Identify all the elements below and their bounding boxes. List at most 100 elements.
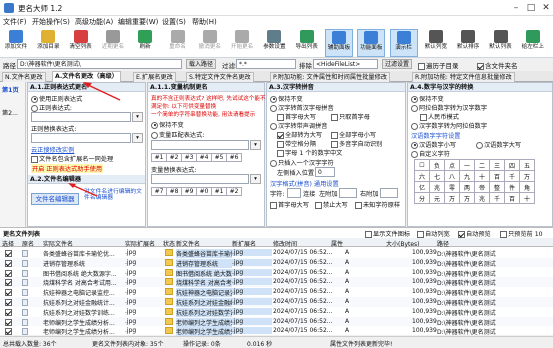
- grid-cell[interactable]: #9: [181, 187, 197, 196]
- toolbar-button-10[interactable]: 辅助面板: [325, 29, 353, 57]
- tab-specific-file[interactable]: S.特定文件文件名更改: [186, 72, 254, 82]
- chk-space-sep[interactable]: 带空格分隔: [277, 139, 316, 148]
- column-header[interactable]: 新扩展名: [232, 239, 256, 248]
- number-opt-keep[interactable]: 保持不变: [411, 94, 444, 103]
- number-opt-upper[interactable]: 汉语数字大写: [476, 140, 521, 149]
- regex-replace-dropdown[interactable]: ▾: [132, 133, 143, 143]
- toolbar-button-0[interactable]: 添加文件: [2, 29, 30, 57]
- maximize-button[interactable]: □: [524, 2, 538, 14]
- char-cell[interactable]: 兆: [429, 181, 445, 193]
- pinyin-char-input[interactable]: [287, 188, 301, 198]
- table-row[interactable]: 老师编列之学生成绩分析....jpg老师编列之学生成绩分析....jpg2024…: [0, 326, 553, 337]
- char-cell[interactable]: 二: [474, 159, 490, 171]
- toolbar-button-16[interactable]: 给左栏上: [519, 29, 547, 57]
- chk-pinyin-noupper[interactable]: 禁止大写: [315, 200, 348, 209]
- toolbar-button-1[interactable]: 添加目录: [34, 29, 62, 57]
- table-row[interactable]: 抗娃系列之对娃数学训练....jpg抗娃系列之对娃数学训练....jpg2024…: [0, 307, 553, 317]
- toolbar-button-15[interactable]: 默认列表: [487, 29, 515, 57]
- grid-cell[interactable]: #2: [226, 187, 242, 196]
- column-header[interactable]: 路径: [437, 239, 449, 248]
- pinyin-insert-input[interactable]: 0: [315, 167, 335, 177]
- toolbar-button-8[interactable]: 参数设置: [260, 29, 288, 57]
- char-cell[interactable]: 件: [504, 181, 520, 193]
- chk-cap-first[interactable]: 首字母大写: [277, 112, 316, 121]
- table-row[interactable]: 抗娃神器之电脑记录监控....jpg抗娃神器之电脑记录监控....jpg2024…: [0, 287, 553, 298]
- side-page2[interactable]: 第2...: [2, 108, 18, 117]
- menu-start[interactable]: 开始操作(S): [32, 17, 70, 27]
- chk-include-ext[interactable]: 文件名包含扩展名一同处理: [31, 154, 113, 163]
- variable-opt-keep[interactable]: 保持不变: [151, 120, 184, 129]
- char-cell[interactable]: 千: [504, 170, 520, 182]
- regex-example-link[interactable]: 云正搜修改实例: [31, 145, 74, 154]
- toolbar-button-6[interactable]: 撤消更名: [196, 29, 224, 57]
- tab-extension[interactable]: E.扩展名更改: [133, 72, 176, 82]
- char-cell[interactable]: 八: [444, 170, 460, 182]
- variable-replace-dropdown[interactable]: ▾: [250, 174, 261, 184]
- chk-rmb-mode[interactable]: 人民币模式: [420, 112, 459, 121]
- char-cell[interactable]: 零: [444, 181, 460, 193]
- regex-opt-keep[interactable]: 使用正则表达式: [31, 94, 82, 103]
- exclude-input[interactable]: <HideFileList>: [313, 59, 378, 69]
- toolbar-button-4[interactable]: 刷新: [131, 29, 159, 57]
- table-row[interactable]: 烧煤科学名 对高合考试用....jpg烧煤科学名 对高合考试用....jpg20…: [0, 277, 553, 288]
- char-cell[interactable]: 万: [519, 170, 535, 182]
- regex-expr-input[interactable]: [31, 112, 131, 122]
- char-cell[interactable]: 三: [489, 159, 505, 171]
- char-cell[interactable]: 整: [489, 181, 505, 193]
- char-cell[interactable]: 五: [519, 159, 535, 171]
- variable-replace-input[interactable]: [151, 174, 249, 184]
- char-cell[interactable]: 九: [459, 170, 475, 182]
- table-row[interactable]: 老师编列之学生成绩分析....jpg老师编列之学生成绩分析....jpg2024…: [0, 316, 553, 327]
- toolbar-button-2[interactable]: 清空列表: [67, 29, 95, 57]
- char-cell[interactable]: 两: [459, 181, 475, 193]
- pinyin-opt-tone[interactable]: 汉字转带声调拼音: [270, 121, 328, 130]
- filter-settings-button[interactable]: 过滤设置: [382, 59, 412, 69]
- tab-advanced-rename[interactable]: A.文件名更改（高级）: [52, 71, 121, 82]
- regex-replace-input[interactable]: [31, 133, 131, 143]
- chk-all-upper[interactable]: 全部转为大写: [277, 130, 322, 139]
- pinyin-opt-keep[interactable]: 保持不变: [270, 94, 303, 103]
- char-cell[interactable]: 分: [414, 192, 430, 204]
- column-header[interactable]: 状态: [163, 239, 175, 248]
- char-cell[interactable]: 兆: [474, 192, 490, 204]
- toolbar-button-13[interactable]: 默认列宽: [422, 29, 450, 57]
- table-row[interactable]: 图书借阅系统 绝大数源字....jpg图书借阅系统 绝大数源字....jpg20…: [0, 268, 553, 278]
- char-cell[interactable]: 百: [504, 192, 520, 204]
- char-cell[interactable]: 亿: [414, 181, 430, 193]
- grid-cell[interactable]: #5: [211, 153, 227, 162]
- toolbar-button-12[interactable]: 演示栏: [389, 29, 418, 57]
- char-cell[interactable]: 七: [429, 170, 445, 182]
- regex-opt-expr[interactable]: 正则表达式:: [31, 103, 72, 112]
- menu-help[interactable]: 帮助(H): [192, 17, 217, 27]
- grid-cell[interactable]: #3: [181, 153, 197, 162]
- pinyin-left-input[interactable]: [339, 188, 357, 198]
- char-cell[interactable]: 十: [474, 170, 490, 182]
- variable-opt-match[interactable]: 变量匹配表达式:: [151, 130, 204, 139]
- number-opt-lower[interactable]: 汉语数字小写: [411, 140, 456, 149]
- char-cell[interactable]: 负: [429, 159, 445, 171]
- pinyin-opt-initial[interactable]: 汉字转首汉字母拼音: [270, 103, 334, 112]
- grid-cell[interactable]: #1: [211, 187, 227, 196]
- grid-cell[interactable]: #4: [196, 153, 212, 162]
- toolbar-button-9[interactable]: 导出列表: [293, 29, 321, 57]
- menu-file[interactable]: 文件(F): [3, 17, 27, 27]
- grid-cell[interactable]: #8: [166, 187, 182, 196]
- number-opt-to-arabic[interactable]: 汉字数字转为阿拉伯数字: [411, 121, 487, 130]
- regex-expr-dropdown[interactable]: ▾: [132, 112, 143, 122]
- tab-attr-modify[interactable]: P.附加功能: 文件属性和时间属性批量修改: [270, 72, 390, 82]
- char-cell[interactable]: ☐: [414, 159, 430, 171]
- char-cell[interactable]: 六: [414, 170, 430, 182]
- number-opt-custom[interactable]: 自定义字符: [411, 149, 450, 158]
- char-cell[interactable]: 千: [489, 192, 505, 204]
- char-cell[interactable]: 点: [444, 159, 460, 171]
- column-header[interactable]: 新文件名: [176, 239, 200, 248]
- chk-only-initial[interactable]: 只取首字母: [331, 112, 370, 121]
- table-row[interactable]: 进销存管理系统 .jpg 进销存管理系统 .jpg 2024/07/15 06:52..…: [0, 257, 553, 268]
- chk-digit-cn[interactable]: 字母 1 个的数字中文: [277, 148, 342, 157]
- char-cell[interactable]: 角: [519, 181, 535, 193]
- char-cell[interactable]: 一: [459, 159, 475, 171]
- char-cell[interactable]: 万: [444, 192, 460, 204]
- table-row[interactable]: 抗娃系列之对娃金融统计....jpg抗娃系列之对娃金融统计....jpg2024…: [0, 297, 553, 307]
- number-opt-to-cn[interactable]: 阿拉伯数字转为汉字数字: [411, 103, 487, 112]
- toolbar-button-7[interactable]: 开始更名: [228, 29, 256, 57]
